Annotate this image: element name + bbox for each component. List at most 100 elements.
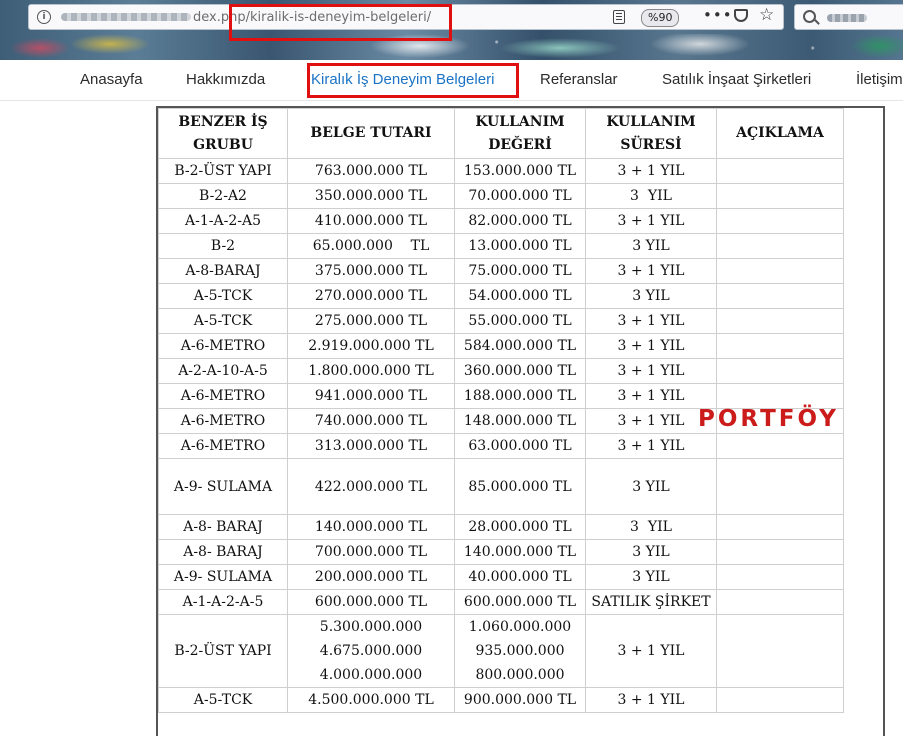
cell-deger: 148.000.000 TL [454,408,586,434]
bookmark-star-icon[interactable]: ☆ [759,5,774,25]
cell-sure: 3 + 1 YIL [585,614,717,688]
cell-grup: A-6-METRO [158,333,288,359]
cell-deger: 188.000.000 TL [454,383,586,409]
nav-item-iletisim[interactable]: İletişim [856,71,903,88]
cell-sure: 3 YIL [585,514,717,540]
nav-item-anasayfa[interactable]: Anasayfa [80,71,143,88]
cell-aciklama [716,308,844,334]
cell-sure: 3 + 1 YIL [585,383,717,409]
cell-grup: A-9- SULAMA [158,564,288,590]
cell-tutar: 65.000.000 TL [287,233,455,259]
table-row: A-9- SULAMA 200.000.000 TL 40.000.000 TL 3 … [158,564,844,590]
nav-item-hakkimizda[interactable]: Hakkımızda [186,71,265,88]
table-row: A-6-METRO 2.919.000.000 TL 584.000.000 TL 3… [158,333,844,359]
cell-tutar: 275.000.000 TL [287,308,455,334]
cell-aciklama [716,539,844,565]
cell-aciklama [716,458,844,515]
table-row: A-5-TCK 4.500.000.000 TL 900.000.000 TL 3 +… [158,687,844,713]
cell-deger: 1.060.000.000 935.000.000 800.000.000 [454,614,586,688]
cell-sure: 3 YIL [585,283,717,309]
cell-tutar: 2.919.000.000 TL [287,333,455,359]
cell-sure: 3 + 1 YIL [585,433,717,459]
cell-tutar-line: 4.000.000.000 [319,667,423,683]
header-deger-line1: KULLANIM [475,113,565,130]
cell-deger: 55.000.000 TL [454,308,586,334]
cell-aciklama [716,183,844,209]
cell-aciklama [716,358,844,384]
cell-deger: 153.000.000 TL [454,158,586,184]
cell-deger: 360.000.000 TL [454,358,586,384]
zoom-level-badge[interactable]: %90 [641,9,680,27]
cell-sure: 3 YIL [585,458,717,515]
nav-item-kiralik-is-deneyim-belgeleri[interactable]: Kiralık İş Deneyim Belgeleri [311,71,494,88]
header-deger: KULLANIM DEĞERİ [454,108,586,159]
search-bar[interactable] [794,4,903,30]
header-aciklama: AÇIKLAMA [716,108,844,159]
cell-deger: 28.000.000 TL [454,514,586,540]
reader-view-icon[interactable] [613,10,625,24]
cell-sure: 3 + 1 YIL [585,258,717,284]
nav-item-referanslar[interactable]: Referanslar [540,71,618,88]
cell-grup: A-1-A-2-A5 [158,208,288,234]
cell-deger: 54.000.000 TL [454,283,586,309]
info-icon[interactable]: i [37,10,51,24]
cell-grup: A-8- BARAJ [158,514,288,540]
cell-deger: 63.000.000 TL [454,433,586,459]
header-deger-line2: DEĞERİ [488,136,552,153]
cell-sure: SATILIK ŞİRKET [585,589,717,615]
cell-sure: 3 + 1 YIL [585,208,717,234]
cell-grup: A-1-A-2-A-5 [158,589,288,615]
table-header-row: BENZER İŞ GRUBU BELGE TUTARI KULLANIM DE… [158,108,844,159]
cell-tutar: 4.500.000.000 TL [287,687,455,713]
cell-deger: 584.000.000 TL [454,333,586,359]
cell-grup: B-2-ÜST YAPI [158,614,288,688]
cell-deger: 75.000.000 TL [454,258,586,284]
cell-tutar: 375.000.000 TL [287,258,455,284]
cell-sure: 3 + 1 YIL [585,333,717,359]
cell-deger: 600.000.000 TL [454,589,586,615]
table-row: A-6-METRO 941.000.000 TL 188.000.000 TL 3 +… [158,383,844,409]
cell-deger: 82.000.000 TL [454,208,586,234]
watermark-text: PORTFÖY [698,406,839,432]
cell-sure: 3 + 1 YIL [585,687,717,713]
address-bar[interactable]: i dex.php/kiralik-is-deneyim-belgeleri/ … [28,4,784,30]
cell-grup: B-2-ÜST YAPI [158,158,288,184]
table-body: B-2-ÜST YAPI 763.000.000 TL 153.000.000 TL… [158,158,844,713]
cell-aciklama [716,333,844,359]
header-sure-line2: SÜRESİ [620,136,682,153]
cell-deger-line: 800.000.000 [475,667,565,683]
cell-sure: 3 + 1 YIL [585,358,717,384]
pocket-icon[interactable] [734,9,748,22]
cell-aciklama [716,208,844,234]
cell-aciklama [716,433,844,459]
table-row: A-5-TCK 270.000.000 TL 54.000.000 TL 3 YIL [158,283,844,309]
cell-aciklama [716,283,844,309]
cell-aciklama [716,614,844,688]
cell-sure: 3 YIL [585,564,717,590]
theme-decoration [0,34,903,60]
cell-tutar-line: 4.675.000.000 [319,643,423,659]
table-row: B-2-ÜST YAPI 763.000.000 TL 153.000.000 TL… [158,158,844,184]
cell-grup: A-5-TCK [158,687,288,713]
cell-deger: 40.000.000 TL [454,564,586,590]
cell-aciklama [716,564,844,590]
table-row: A-1-A-2-A-5 600.000.000 TL 600.000.000 TL S… [158,589,844,615]
table-row: A-2-A-10-A-5 1.800.000.000 TL 360.000.000 … [158,358,844,384]
cell-grup: A-6-METRO [158,383,288,409]
table-row: B-2-ÜST YAPI 5.300.000.000 4.675.000.000 4.… [158,614,844,688]
cell-tutar: 200.000.000 TL [287,564,455,590]
url-text[interactable]: dex.php/kiralik-is-deneyim-belgeleri/ [193,10,431,25]
nav-item-satilik-insaat-sirketleri[interactable]: Satılık İnşaat Şirketleri [662,71,811,88]
header-grup: BENZER İŞ GRUBU [158,108,288,159]
cell-aciklama [716,687,844,713]
cell-grup: B-2 [158,233,288,259]
header-sure-line1: KULLANIM [606,113,696,130]
header-grup-line1: BENZER İŞ [178,113,268,130]
cell-grup: A-6-METRO [158,408,288,434]
cell-aciklama [716,589,844,615]
cell-grup: A-5-TCK [158,283,288,309]
page-actions-icon[interactable]: ••• [703,6,733,24]
table-row: A-9- SULAMA 422.000.000 TL 85.000.000 TL 3 … [158,458,844,515]
table-row: A-8- BARAJ 140.000.000 TL 28.000.000 TL 3 Y… [158,514,844,540]
cell-tutar: 5.300.000.000 4.675.000.000 4.000.000.000 [287,614,455,688]
